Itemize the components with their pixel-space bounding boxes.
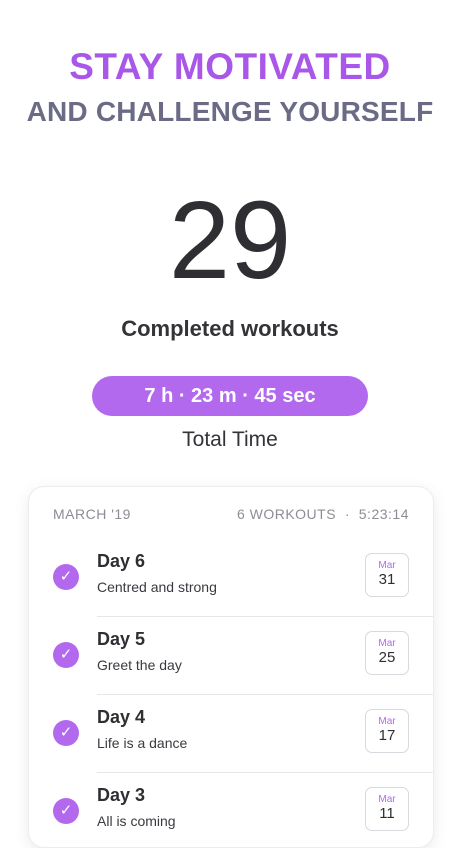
workout-title: Day 6 xyxy=(97,551,146,571)
workout-subtitle: Greet the day xyxy=(97,657,182,673)
workout-history-card: MARCH '19 6 WORKOUTS · 5:23:14 ✓ Day 6 C… xyxy=(28,486,434,848)
date-day: 31 xyxy=(378,571,396,588)
calendar-date-icon: Mar 11 xyxy=(365,787,409,831)
workout-title: Day 5 xyxy=(97,629,146,649)
checkmark-icon: ✓ xyxy=(53,564,79,590)
checkmark-icon: ✓ xyxy=(53,642,79,668)
workout-subtitle: All is coming xyxy=(97,813,176,829)
workout-row[interactable]: ✓ Day 5 Greet the day Mar 25 xyxy=(29,617,433,695)
workout-subtitle: Centred and strong xyxy=(97,579,217,595)
workout-title: Day 4 xyxy=(97,707,146,727)
history-month: MARCH '19 xyxy=(53,506,131,522)
workout-row[interactable]: ✓ Day 4 Life is a dance Mar 17 xyxy=(29,695,433,773)
total-time-label: Total Time xyxy=(182,428,278,451)
workout-row[interactable]: ✓ Day 3 All is coming Mar 11 xyxy=(29,773,433,847)
completed-workouts-count: 29 xyxy=(168,179,292,302)
date-day: 17 xyxy=(378,727,396,744)
workout-row[interactable]: ✓ Day 6 Centred and strong Mar 31 xyxy=(29,539,433,617)
headline-primary: STAY MOTIVATED xyxy=(69,46,391,87)
checkmark-icon: ✓ xyxy=(53,720,79,746)
history-summary: 6 WORKOUTS · 5:23:14 xyxy=(236,506,409,522)
completed-workouts-label: Completed workouts xyxy=(121,316,339,341)
total-time-badge: 7 h · 23 m · 45 sec xyxy=(92,376,368,416)
headline-secondary: AND CHALLENGE YOURSELF xyxy=(26,96,434,127)
checkmark-icon: ✓ xyxy=(53,798,79,824)
date-day: 25 xyxy=(378,649,396,666)
calendar-date-icon: Mar 25 xyxy=(365,631,409,675)
workout-title: Day 3 xyxy=(97,785,146,805)
calendar-date-icon: Mar 31 xyxy=(365,553,409,597)
calendar-date-icon: Mar 17 xyxy=(365,709,409,753)
date-day: 11 xyxy=(379,805,395,822)
workout-subtitle: Life is a dance xyxy=(97,735,188,751)
